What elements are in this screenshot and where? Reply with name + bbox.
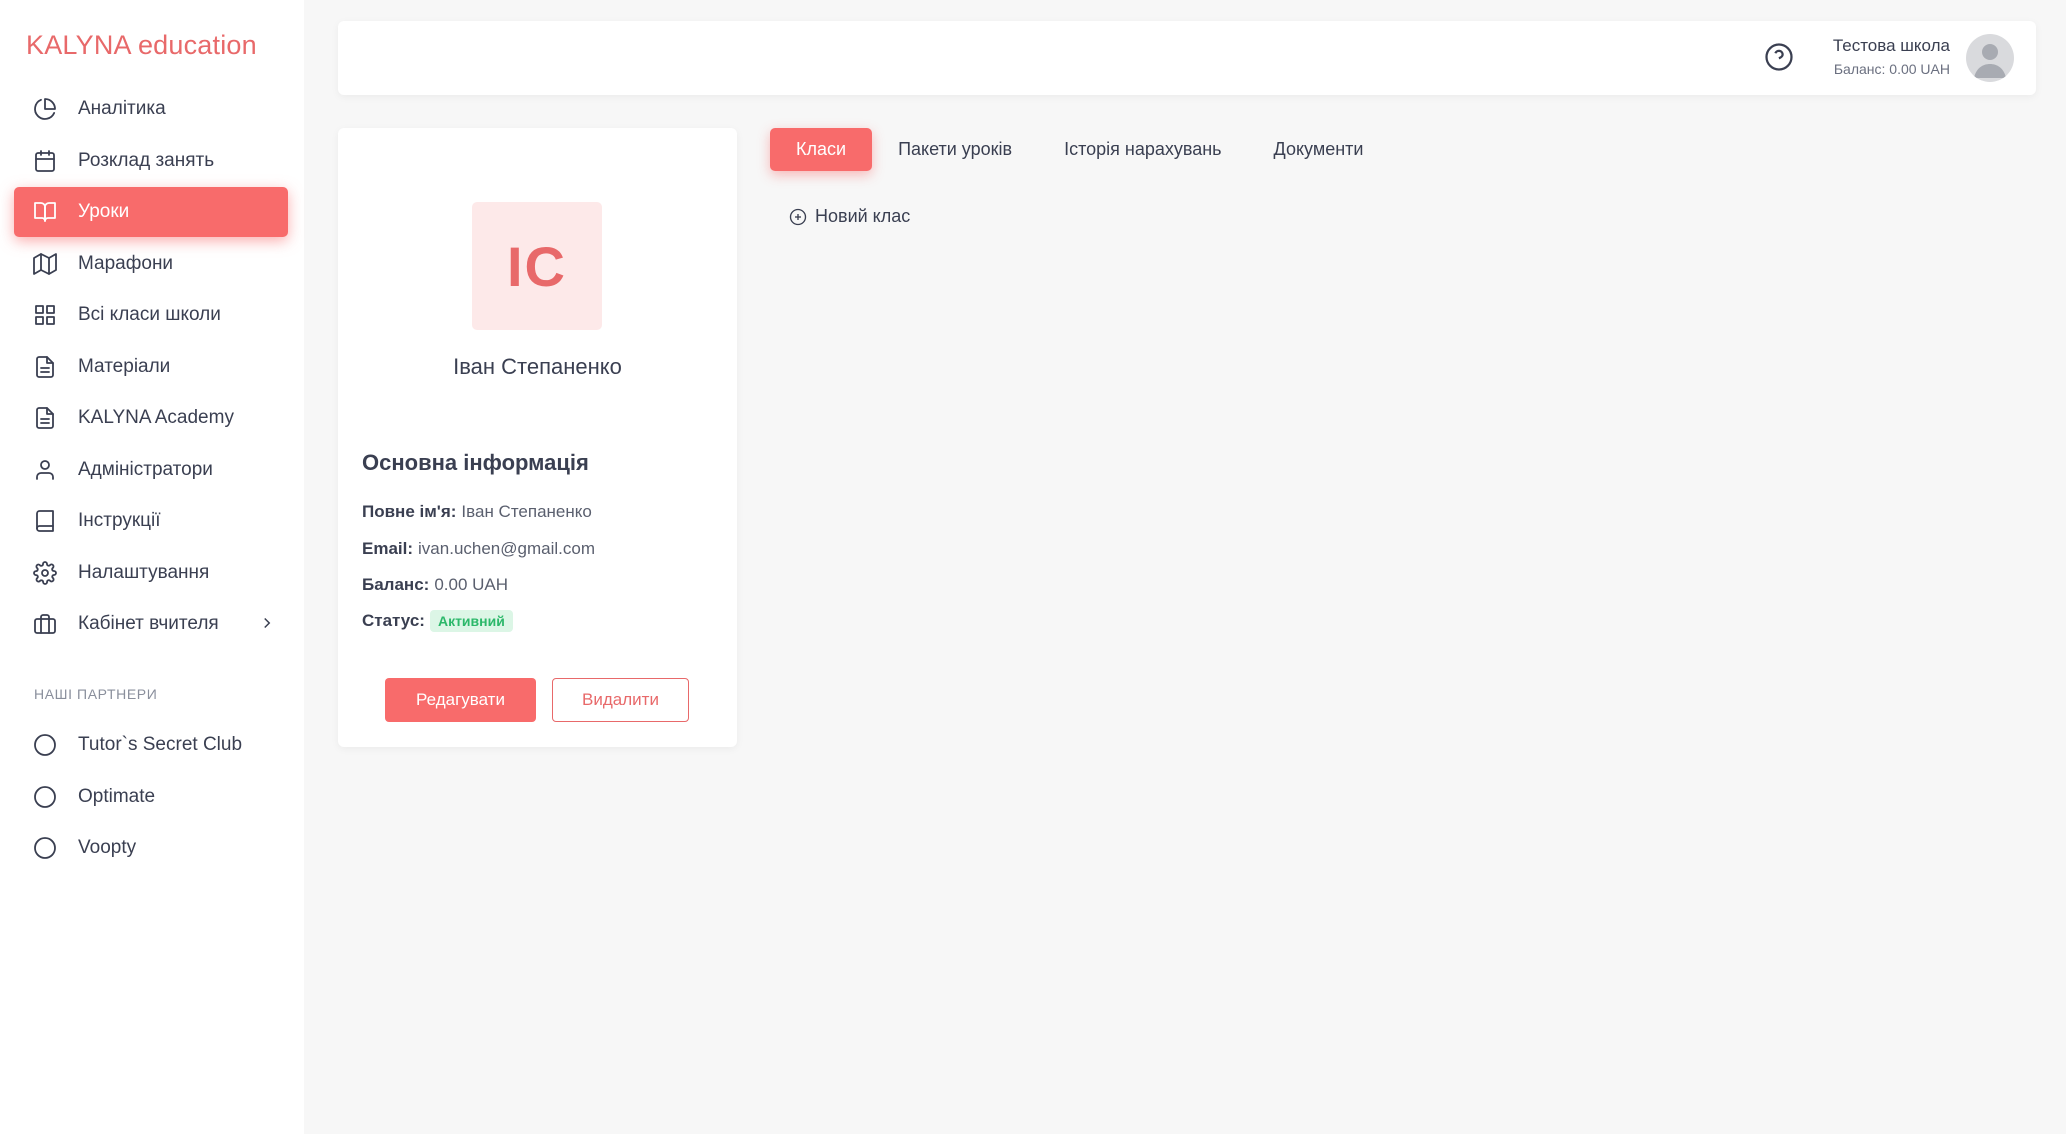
- circle-icon: [32, 784, 58, 810]
- info-label: Повне ім'я:: [362, 502, 457, 521]
- partner-item-voopty[interactable]: Voopty: [14, 823, 288, 873]
- tab-classes[interactable]: Класи: [770, 128, 873, 171]
- profile-card: ІС Іван Степаненко Основна інформація По…: [338, 128, 737, 747]
- sidebar-item-label: Інструкції: [78, 510, 161, 531]
- sidebar-item-admins[interactable]: Адміністратори: [14, 445, 288, 495]
- sidebar-item-marathons[interactable]: Марафони: [14, 239, 288, 289]
- document-icon: [32, 405, 58, 431]
- school-name: Тестова школа: [1832, 36, 1950, 55]
- book-open-icon: [32, 199, 58, 225]
- info-value: 0.00 UAH: [434, 575, 509, 594]
- briefcase-icon: [32, 611, 58, 637]
- calendar-icon: [32, 148, 58, 174]
- tab-documents[interactable]: Документи: [1248, 128, 1390, 171]
- question-circle-icon[interactable]: [1764, 42, 1794, 72]
- info-email: Email: ivan.uchen@gmail.com: [362, 539, 595, 559]
- plus-circle-icon: [789, 208, 807, 225]
- circle-icon: [32, 732, 58, 758]
- map-icon: [32, 251, 58, 277]
- tabs: Класи Пакети уроків Історія нарахувань Д…: [770, 128, 1389, 171]
- delete-button[interactable]: Видалити: [552, 678, 689, 722]
- info-label: Email:: [362, 539, 414, 558]
- sidebar-item-label: KALYNA Academy: [78, 407, 234, 428]
- partner-item-label: Tutor`s Secret Club: [78, 734, 243, 755]
- gear-icon: [32, 560, 58, 586]
- book-icon: [32, 508, 58, 534]
- sidebar: KALYNA education Аналітика Розклад занят…: [0, 0, 304, 1134]
- sidebar-item-label: Матеріали: [78, 355, 171, 377]
- new-class-button[interactable]: Новий клас: [789, 206, 910, 227]
- sidebar-item-analytics[interactable]: Аналітика: [14, 84, 288, 134]
- info-status: Статус: Активний: [362, 610, 513, 632]
- sidebar-item-schedule[interactable]: Розклад занять: [14, 136, 288, 186]
- edit-button[interactable]: Редагувати: [385, 678, 536, 722]
- chevron-right-icon: [258, 614, 276, 638]
- partner-item-optimate[interactable]: Optimate: [14, 772, 288, 822]
- grid-icon: [32, 302, 58, 328]
- partner-item-label: Voopty: [78, 837, 137, 858]
- sidebar-item-label: Адміністратори: [78, 458, 213, 480]
- sidebar-nav: Аналітика Розклад занять Уроки Марафони …: [14, 84, 288, 651]
- info-value: ivan.uchen@gmail.com: [418, 539, 595, 558]
- sidebar-item-label: Марафони: [78, 252, 174, 274]
- sidebar-item-label: Уроки: [78, 201, 130, 222]
- info-label: Баланс:: [362, 575, 430, 594]
- sidebar-item-teacher-cabinet[interactable]: Кабінет вчителя: [14, 599, 288, 649]
- sidebar-item-label: Кабінет вчителя: [78, 613, 219, 634]
- partner-item-tutors-secret-club[interactable]: Tutor`s Secret Club: [14, 720, 288, 770]
- sidebar-item-lessons[interactable]: Уроки: [14, 187, 288, 237]
- partner-item-label: Optimate: [78, 785, 156, 807]
- sidebar-item-settings[interactable]: Налаштування: [14, 548, 288, 598]
- info-full-name: Повне ім'я: Іван Степаненко: [362, 502, 592, 522]
- info-label: Статус:: [362, 611, 425, 630]
- info-balance: Баланс: 0.00 UAH: [362, 575, 508, 595]
- tab-accrual-history[interactable]: Історія нарахувань: [1038, 128, 1247, 171]
- partners-nav: Tutor`s Secret Club Optimate Voopty: [14, 720, 288, 875]
- info-section-title: Основна інформація: [362, 450, 589, 475]
- top-bar: Тестова школа Баланс: 0.00 UAH: [338, 21, 2036, 95]
- profile-name: Іван Степаненко: [453, 354, 622, 379]
- info-value: Іван Степаненко: [461, 502, 592, 521]
- sidebar-item-label: Аналітика: [78, 98, 166, 119]
- document-icon: [32, 354, 58, 380]
- app-logo[interactable]: KALYNA education: [26, 30, 257, 61]
- sidebar-item-label: Налаштування: [78, 561, 210, 583]
- pie-chart-icon: [32, 96, 58, 122]
- user-avatar-icon[interactable]: [1966, 34, 2014, 82]
- sidebar-item-materials[interactable]: Матеріали: [14, 342, 288, 392]
- sidebar-item-all-classes[interactable]: Всі класи школи: [14, 290, 288, 340]
- avatar-initials: ІС: [472, 202, 602, 330]
- partners-section-title: НАШІ ПАРТНЕРИ: [34, 686, 158, 702]
- sidebar-item-instructions[interactable]: Інструкції: [14, 496, 288, 546]
- user-icon: [32, 457, 58, 483]
- tab-lesson-packages[interactable]: Пакети уроків: [872, 128, 1038, 171]
- new-class-label: Новий клас: [815, 206, 911, 226]
- circle-icon: [32, 835, 58, 861]
- sidebar-item-label: Всі класи школи: [78, 304, 221, 325]
- school-balance: Баланс: 0.00 UAH: [1833, 61, 1950, 77]
- status-badge: Активний: [429, 610, 513, 632]
- sidebar-item-academy[interactable]: KALYNA Academy: [14, 393, 288, 443]
- sidebar-item-label: Розклад занять: [78, 149, 215, 171]
